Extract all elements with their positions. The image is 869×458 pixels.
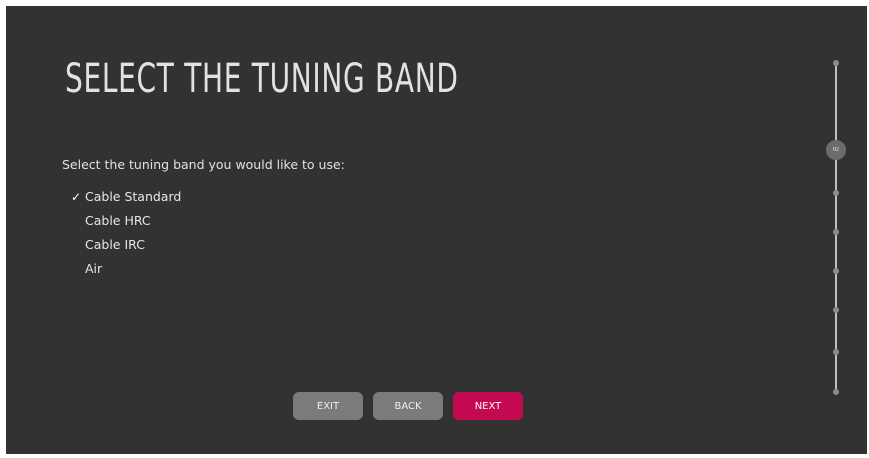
option-cable-irc[interactable]: Cable IRC xyxy=(70,233,181,257)
exit-button[interactable]: EXIT xyxy=(293,392,363,420)
instruction-text: Select the tuning band you would like to… xyxy=(62,157,345,172)
option-air[interactable]: Air xyxy=(70,257,181,281)
step-dot xyxy=(833,268,839,274)
progress-line xyxy=(835,62,837,392)
step-dot xyxy=(833,307,839,313)
option-cable-hrc[interactable]: Cable HRC xyxy=(70,209,181,233)
checkmark-icon: ✓ xyxy=(71,190,82,204)
setup-screen: SELECT THE TUNING BAND Select the tuning… xyxy=(6,6,867,454)
step-dot xyxy=(833,229,839,235)
tuning-band-list: ✓ Cable Standard Cable HRC Cable IRC Air xyxy=(70,185,181,281)
next-button[interactable]: NEXT xyxy=(453,392,523,420)
option-label: Cable HRC xyxy=(85,213,151,228)
option-label: Cable Standard xyxy=(85,189,182,204)
step-dot xyxy=(833,190,839,196)
step-dot xyxy=(833,60,839,66)
step-dot xyxy=(833,389,839,395)
option-label: Air xyxy=(85,261,103,276)
page-title: SELECT THE TUNING BAND xyxy=(65,56,459,102)
option-label: Cable IRC xyxy=(85,237,145,252)
step-dot xyxy=(833,349,839,355)
current-step-badge: 02 xyxy=(826,140,846,160)
option-cable-standard[interactable]: ✓ Cable Standard xyxy=(70,185,181,209)
back-button[interactable]: BACK xyxy=(373,392,443,420)
step-progress-rail xyxy=(833,60,839,395)
